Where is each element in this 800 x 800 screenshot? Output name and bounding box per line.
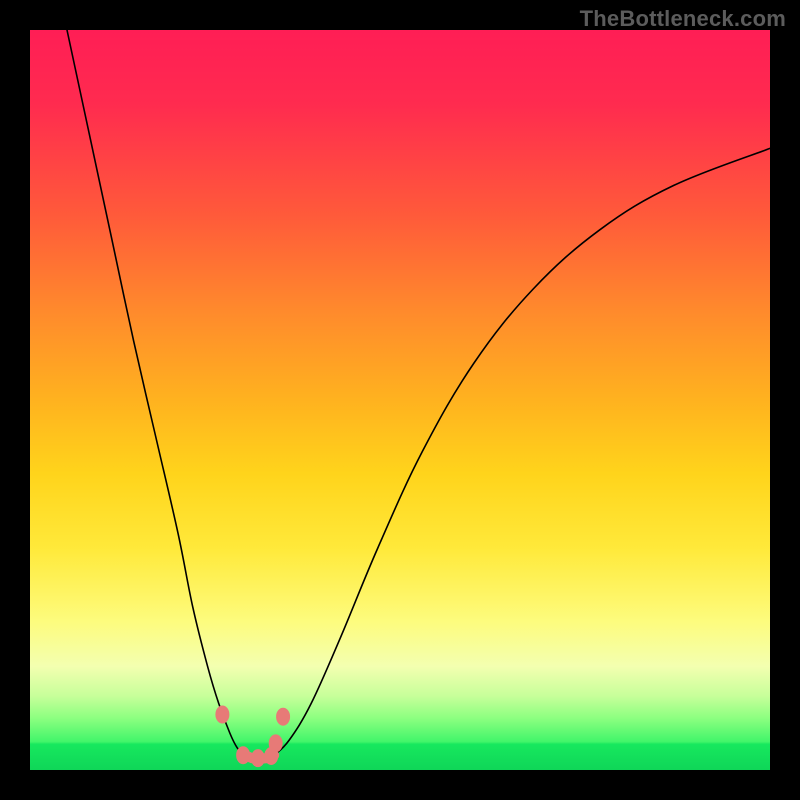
plot-area (30, 30, 770, 770)
marker-floor-left (237, 747, 250, 764)
left-branch-curve (67, 30, 245, 755)
chart-frame: TheBottleneck.com (0, 0, 800, 800)
marker-right-dot-upper (277, 708, 290, 725)
watermark-text: TheBottleneck.com (580, 6, 786, 32)
marker-floor-right (265, 747, 278, 764)
curve-layer (30, 30, 770, 770)
right-branch-curve (274, 148, 770, 755)
marker-floor-mid (251, 750, 264, 767)
marker-left-dot (216, 706, 229, 723)
